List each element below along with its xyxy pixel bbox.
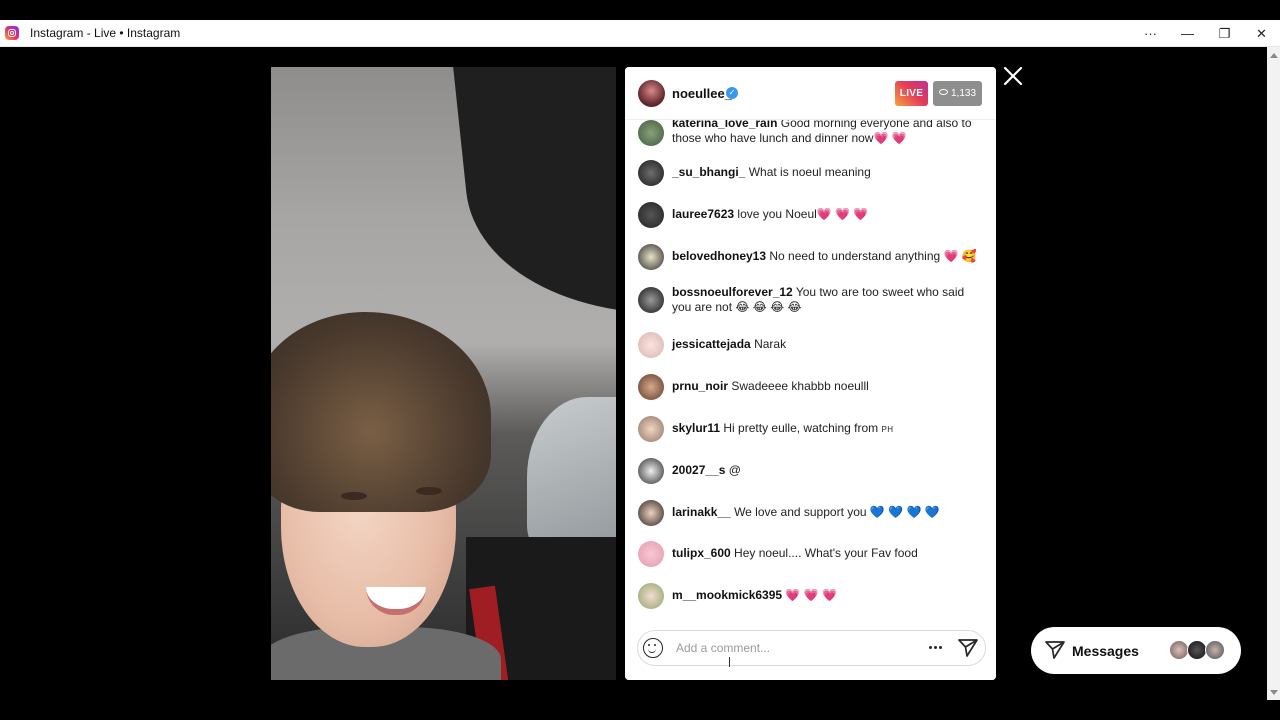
comment-avatar[interactable] (638, 120, 664, 146)
send-icon (1045, 641, 1065, 659)
eye-icon (938, 89, 948, 96)
viewer-count: 1,133 (950, 88, 977, 99)
comment-avatar[interactable] (638, 287, 664, 313)
comment-username[interactable]: prnu_noir (672, 379, 728, 393)
comment-username[interactable]: katerina_love_rain (672, 120, 777, 130)
comment-avatar[interactable] (638, 583, 664, 609)
restore-button[interactable]: ❐ (1206, 20, 1243, 47)
messages-avatar (1169, 640, 1189, 660)
comment-text: love you Noeul💗 💗 💗 (737, 207, 869, 221)
comment-avatar[interactable] (638, 374, 664, 400)
text-cursor-icon (729, 657, 731, 667)
comment-avatar[interactable] (638, 458, 664, 484)
comment-text: No need to understand anything 💗 🥰 (769, 249, 977, 263)
comment-username[interactable]: m__mookmick6395 (672, 588, 782, 602)
messages-button[interactable]: Messages (1031, 627, 1241, 674)
comment-username[interactable]: 20027__s (672, 463, 725, 477)
live-video[interactable] (271, 67, 616, 680)
minimize-button[interactable]: — (1169, 20, 1206, 47)
more-options-button[interactable]: ··· (1132, 20, 1169, 47)
close-icon[interactable] (1002, 65, 1024, 87)
scroll-up-arrow-icon[interactable] (1270, 53, 1278, 58)
comment-text: @ (728, 463, 741, 477)
comment-text: We love and support you 💙 💙 💙 💙 (734, 505, 940, 519)
bottom-black-bar (0, 700, 1280, 720)
comment-username[interactable]: tulipx_600 (672, 546, 731, 560)
comment-username[interactable]: larinakk__ (672, 505, 731, 519)
comment-avatar[interactable] (638, 160, 664, 186)
more-icon[interactable] (934, 646, 937, 649)
comment-username[interactable]: _su_bhangi_ (672, 165, 745, 179)
comment-avatar[interactable] (638, 500, 664, 526)
comment-text: Narak (754, 337, 787, 351)
comment-input[interactable] (676, 639, 916, 657)
comment-username[interactable]: lauree7623 (672, 207, 734, 221)
comment-avatar[interactable] (638, 332, 664, 358)
window-titlebar: Instagram - Live • Instagram ··· — ❐ ✕ (0, 20, 1280, 47)
window-controls: ··· — ❐ ✕ (1132, 20, 1280, 47)
verified-icon: ✓ (726, 87, 738, 99)
scrollbar[interactable] (1267, 47, 1280, 700)
live-header: noeullee_ ✓ LIVE 1,133 (625, 67, 996, 120)
comment-avatar[interactable] (638, 541, 664, 567)
messages-label: Messages (1072, 643, 1139, 659)
instagram-icon (5, 26, 19, 40)
comment-input-box[interactable] (637, 630, 986, 667)
messages-avatar (1187, 640, 1207, 660)
comment-text: Swadeeee khabbb noeulll (731, 379, 869, 393)
comment-avatar[interactable] (638, 202, 664, 228)
comment-list[interactable]: katerina_love_rain Good morning everyone… (625, 120, 996, 625)
window-title: Instagram - Live • Instagram (30, 26, 181, 40)
comment-avatar[interactable] (638, 416, 664, 442)
smile-icon[interactable] (643, 638, 663, 658)
comment-text: Hey noeul.... What's your Fav food (734, 546, 918, 560)
live-badge: LIVE (895, 81, 928, 106)
close-window-button[interactable]: ✕ (1243, 20, 1280, 47)
comment-suffix: PH (881, 425, 894, 434)
video-eye (341, 492, 367, 500)
scroll-down-arrow-icon[interactable] (1270, 690, 1278, 695)
viewer-count-badge[interactable]: 1,133 (933, 81, 982, 106)
comment-username[interactable]: belovedhoney13 (672, 249, 766, 263)
comment-avatar[interactable] (638, 244, 664, 270)
top-black-bar (0, 0, 1280, 20)
comment-text: What is noeul meaning (748, 165, 871, 179)
host-avatar[interactable] (638, 80, 665, 107)
live-chat-panel: noeullee_ ✓ LIVE 1,133 katerina_love_rai… (625, 67, 996, 680)
comment-username[interactable]: bossnoeulforever_12 (672, 285, 793, 299)
comment-composer (625, 625, 996, 680)
messages-avatar (1205, 640, 1225, 660)
send-icon[interactable] (958, 639, 978, 657)
comment-username[interactable]: skylur11 (672, 421, 720, 435)
comment-text: 💗 💗 💗 (785, 588, 837, 602)
comment-text: Hi pretty eulle, watching from (723, 421, 879, 435)
host-username[interactable]: noeullee_ (672, 86, 732, 101)
comment-username[interactable]: jessicattejada (672, 337, 751, 351)
video-eye (416, 487, 442, 495)
